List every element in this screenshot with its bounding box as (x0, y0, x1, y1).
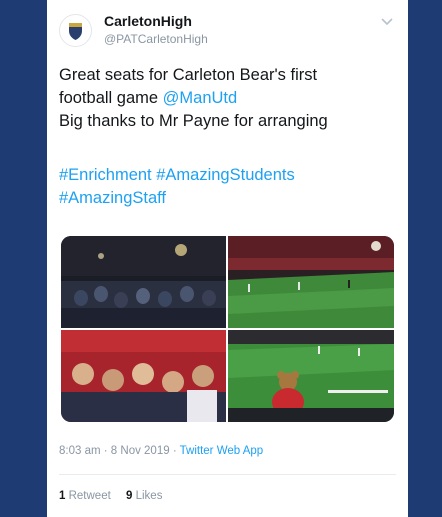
tweet-timestamp: 8:03 am · 8 Nov 2019 · Twitter Web App (59, 445, 263, 457)
retweets-count: 1 (59, 490, 66, 502)
media-grid (61, 236, 394, 422)
left-blue-border (0, 0, 47, 517)
hashtag-block: #Enrichment #AmazingStudents #AmazingSta… (59, 164, 399, 210)
tweet-text-line: Great seats for Carleton Bear's first (59, 66, 318, 84)
teddy-bear-at-match-photo[interactable] (228, 330, 394, 422)
account-handle[interactable]: @PATCarletonHigh (104, 32, 208, 46)
retweets-stat[interactable]: 1 Retweet (59, 490, 111, 502)
hashtag-link[interactable]: #Enrichment (59, 166, 152, 184)
tweet-source-link[interactable]: Twitter Web App (180, 445, 264, 457)
likes-label: Likes (135, 490, 163, 502)
school-crest-icon[interactable] (59, 14, 92, 47)
tweet-text-fragment: football game (59, 89, 163, 107)
tweet-text-line: football game @ManUtd (59, 87, 399, 110)
engagement-stats: 1 Retweet 9 Likes (59, 490, 162, 502)
hashtag-line: #AmazingStaff (59, 187, 399, 210)
divider (59, 474, 396, 475)
tweet-text: Great seats for Carleton Bear's first fo… (59, 64, 399, 133)
tweet-text-line: Big thanks to Mr Payne for arranging (59, 112, 328, 130)
likes-stat[interactable]: 9 Likes (126, 490, 162, 502)
retweets-label: Retweet (68, 490, 111, 502)
stadium-pitch-photo[interactable] (228, 236, 394, 328)
tweet-card: CarletonHigh @PATCarletonHigh Great seat… (47, 0, 408, 517)
meta-separator: · (169, 445, 180, 457)
tweet-date[interactable]: 8 Nov 2019 (111, 445, 170, 457)
students-in-stands-photo[interactable] (61, 330, 226, 422)
hashtag-link[interactable]: #AmazingStaff (59, 189, 166, 207)
meta-separator: · (100, 445, 111, 457)
mention-link[interactable]: @ManUtd (163, 89, 238, 107)
tweet-time[interactable]: 8:03 am (59, 445, 101, 457)
crowd-outside-stadium-photo[interactable] (61, 236, 226, 328)
hashtag-line: #Enrichment #AmazingStudents (59, 164, 399, 187)
display-name[interactable]: CarletonHigh (104, 13, 192, 29)
likes-count: 9 (126, 490, 133, 502)
right-blue-border (408, 0, 442, 517)
hashtag-link[interactable]: #AmazingStudents (156, 166, 295, 184)
chevron-down-icon[interactable] (380, 14, 394, 26)
